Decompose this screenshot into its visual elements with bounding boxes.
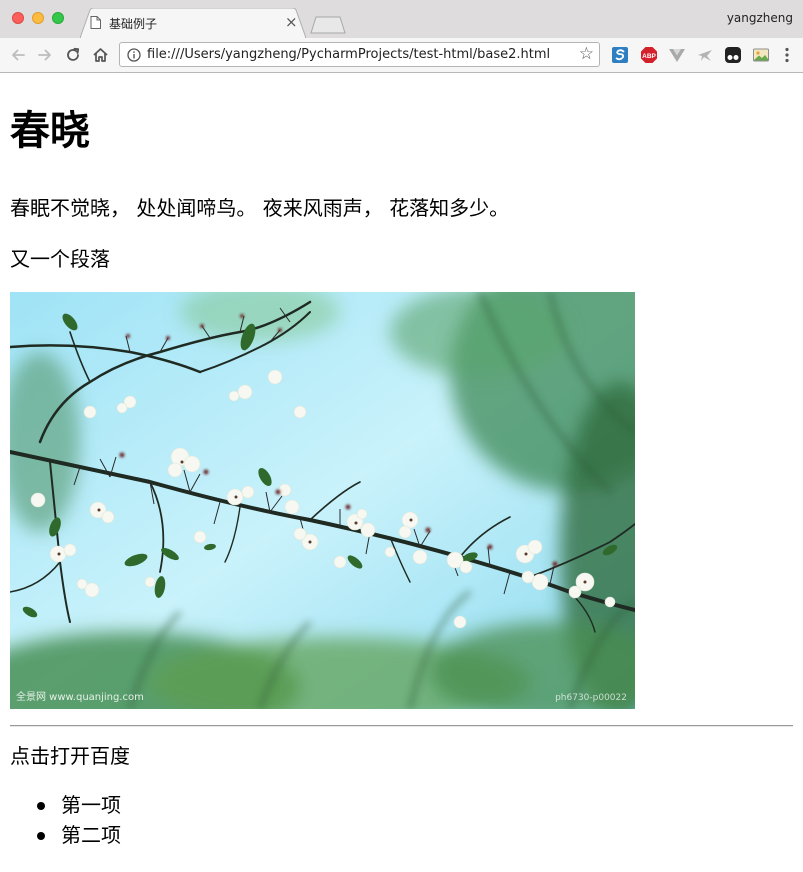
info-icon[interactable] [127,48,141,62]
list-item-label: 第二项 [61,823,121,847]
page-heading: 春晓 [10,108,90,154]
address-bar[interactable]: file:///Users/yangzheng/PycharmProjects/… [119,42,600,67]
window-title-bar: 基础例子 × yangzheng [0,0,803,38]
home-button[interactable] [90,45,110,65]
item-list: 第一项 第二项 [10,790,121,850]
tampermonkey-icon[interactable] [724,46,742,64]
new-tab-button[interactable] [310,16,346,34]
minimize-window-button[interactable] [32,12,44,24]
adblock-plus-icon[interactable]: ABP [640,46,658,64]
close-tab-icon[interactable]: × [285,13,298,31]
tab-active[interactable]: 基础例子 × [80,8,306,38]
poem-paragraph: 春眠不觉晓， 处处闻啼鸟。 夜来风雨声， 花落知多少。 [10,196,510,220]
bullet-icon [37,832,45,840]
bullet-icon [37,802,45,810]
profile-name[interactable]: yangzheng [727,11,793,25]
address-url[interactable]: file:///Users/yangzheng/PycharmProjects/… [147,47,550,62]
blossom-photo-drawing [10,292,635,709]
photo-watermark-left: 全景网 www.quanjing.com [16,692,144,703]
svg-text:ABP: ABP [642,53,656,60]
bookmark-star-icon[interactable]: ☆ [579,44,594,64]
back-arrow-icon [12,49,25,61]
browser-toolbar: file:///Users/yangzheng/PycharmProjects/… [0,38,803,73]
forward-arrow-icon [38,49,51,61]
close-window-button[interactable] [12,12,24,24]
photo-watermark-right: ph6730-p00022 [555,693,627,703]
reload-button[interactable] [63,45,83,65]
home-icon [92,48,108,62]
reload-icon [67,47,80,61]
list-item: 第一项 [10,790,121,820]
menu-more-icon[interactable] [778,46,796,64]
vue-devtools-icon[interactable] [668,46,686,64]
forward-button[interactable] [35,45,55,65]
image-extension-icon[interactable] [752,46,770,64]
horizontal-rule [10,725,793,727]
list-item-label: 第一项 [61,793,121,817]
back-button[interactable] [8,45,28,65]
baidu-link[interactable]: 点击打开百度 [10,740,130,769]
zoom-window-button[interactable] [52,12,64,24]
second-paragraph: 又一个段落 [10,247,110,271]
bird-extension-icon[interactable] [696,46,714,64]
blossom-photo: 全景网 www.quanjing.com ph6730-p00022 [10,292,635,709]
document-icon [90,16,101,29]
tab-title: 基础例子 [109,17,158,31]
sogou-extension-icon[interactable] [611,46,629,64]
list-item: 第二项 [10,820,121,850]
